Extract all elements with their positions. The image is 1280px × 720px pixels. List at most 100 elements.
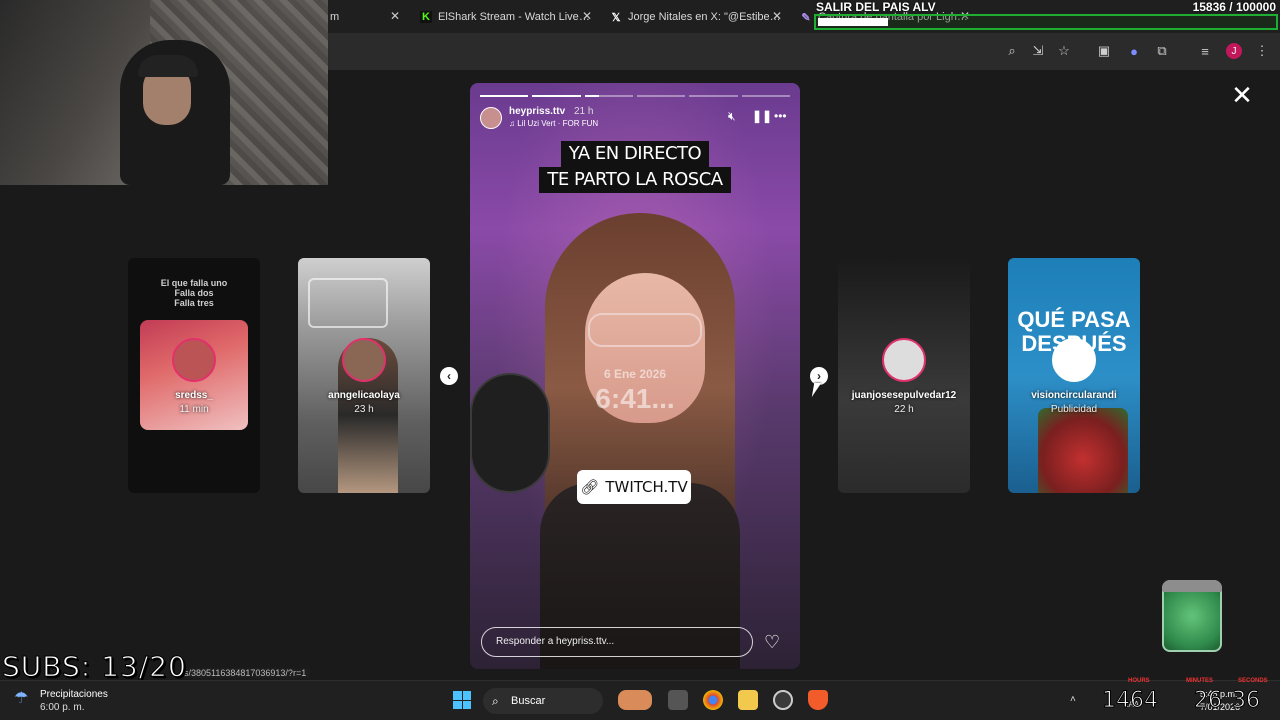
taskbar-search[interactable]: ⌕ Buscar bbox=[483, 688, 603, 714]
side-story-visioncircular[interactable]: QUÉ PASA DESPUÉS visioncircularandi Publ… bbox=[1008, 258, 1140, 493]
progress-segment bbox=[532, 95, 581, 97]
overlay-time: 6:41... bbox=[595, 383, 675, 414]
hours-value: 1464 bbox=[1102, 688, 1159, 714]
story-age: 22 h bbox=[894, 404, 914, 415]
goal-fill bbox=[818, 18, 889, 26]
stream-goal-bar: SALIR DEL PAIS ALV 15836 / 100000 bbox=[812, 0, 1280, 31]
pip-icon[interactable]: ▣ bbox=[1096, 43, 1112, 59]
story-age: 21 h bbox=[574, 106, 594, 117]
zoom-icon[interactable]: ⌕ bbox=[1004, 43, 1020, 59]
weather-subtitle[interactable]: 6:00 p. m. bbox=[40, 702, 84, 713]
chevron-up-icon[interactable]: ˄ bbox=[1070, 694, 1076, 705]
link-status-bar: s/3805116384817036913/?r=1 bbox=[180, 668, 311, 678]
subs-counter: SUBS: 13/20 bbox=[2, 650, 187, 684]
profile-avatar-icon[interactable]: J bbox=[1226, 43, 1242, 59]
pause-icon[interactable]: ❚❚ bbox=[752, 109, 772, 123]
link-icon: 🔗︎ bbox=[580, 478, 600, 496]
puzzle-icon[interactable]: ⧉ bbox=[1154, 43, 1170, 59]
rain-icon[interactable]: ☂ bbox=[14, 688, 28, 708]
caption-line: Falla dos bbox=[174, 288, 214, 298]
goal-count: 15836 / 100000 bbox=[1192, 0, 1276, 14]
story-progress-bar bbox=[480, 95, 790, 97]
brave-icon[interactable] bbox=[808, 690, 828, 710]
weather-title[interactable]: Precipitaciones bbox=[40, 689, 108, 700]
heart-icon[interactable]: ♡ bbox=[764, 632, 780, 653]
tip-jar-icon bbox=[1162, 580, 1222, 652]
story-header: heypriss.ttv 21 h ♫ Lil Uzi Vert · FOR F… bbox=[480, 105, 790, 131]
tab-label: Jorge Nitales en X: "@EstibenU bbox=[628, 11, 782, 23]
caption-line: YA EN DIRECTO bbox=[560, 141, 710, 167]
jar-lid bbox=[1162, 580, 1222, 592]
task-view-icon[interactable] bbox=[668, 690, 688, 710]
link-label: TWITCH.TV bbox=[605, 478, 688, 496]
search-icon: ⌕ bbox=[492, 694, 499, 708]
side-story-juanjose[interactable]: juanjosesepulvedar12 22 h bbox=[838, 258, 970, 493]
story-thumbnail bbox=[1038, 408, 1128, 493]
kebab-menu-icon[interactable]: ⋮ bbox=[1254, 43, 1270, 59]
more-options-icon[interactable]: ••• bbox=[774, 109, 787, 123]
goal-track bbox=[814, 14, 1278, 30]
stream-uptime-counter: HOURS MINUTES SECONDS 1464 26 36 bbox=[1098, 678, 1268, 720]
progress-segment bbox=[689, 95, 738, 97]
seconds-label: SECONDS bbox=[1238, 678, 1268, 684]
file-explorer-icon[interactable] bbox=[738, 690, 758, 710]
close-icon[interactable]: ✕ bbox=[1231, 82, 1253, 108]
install-icon[interactable]: ⇲ bbox=[1030, 43, 1046, 59]
tab-elshark[interactable]: K ElShark Stream - Watch Live on ✕ bbox=[420, 5, 592, 29]
feather-icon: ✎ bbox=[801, 11, 811, 24]
caption-line: TE PARTO LA ROSCA bbox=[539, 167, 731, 193]
previous-story-button[interactable]: ‹ bbox=[440, 367, 458, 385]
tab-current[interactable]: m ✕ bbox=[330, 5, 400, 29]
star-icon[interactable]: ☆ bbox=[1056, 43, 1072, 59]
media-icon[interactable]: ≡ bbox=[1197, 43, 1213, 59]
sponsored-label: Publicidad bbox=[1050, 404, 1098, 415]
avatar[interactable] bbox=[480, 107, 502, 129]
story-age: 23 h bbox=[354, 404, 374, 415]
seconds-value: 36 bbox=[1232, 688, 1261, 714]
story-caption: El que falla uno Falla dos Falla tres bbox=[128, 278, 260, 308]
side-story-sredss[interactable]: El que falla uno Falla dos Falla tres sr… bbox=[128, 258, 260, 493]
close-icon[interactable]: ✕ bbox=[390, 9, 400, 23]
progress-segment bbox=[584, 95, 633, 97]
story-username: anngelicaolaya bbox=[328, 390, 400, 401]
story-username: visioncircularandi bbox=[1031, 390, 1117, 401]
close-icon[interactable]: ✕ bbox=[772, 9, 782, 23]
widget-app-icon[interactable] bbox=[618, 690, 652, 710]
progress-segment-fill bbox=[584, 95, 600, 97]
ceiling-light bbox=[308, 278, 388, 328]
story-username: juanjosesepulvedar12 bbox=[851, 390, 957, 401]
reply-input[interactable]: Responder a heypriss.ttv... bbox=[481, 627, 753, 657]
windows-start-icon[interactable] bbox=[453, 691, 471, 709]
side-story-anngelicaolaya[interactable]: anngelicaolaya 23 h bbox=[298, 258, 430, 493]
mute-icon[interactable]: 🔇︎ bbox=[728, 109, 736, 124]
link-sticker[interactable]: 🔗︎ TWITCH.TV bbox=[577, 470, 691, 504]
overlay-date: 6 Ene 2026 bbox=[603, 367, 667, 381]
chrome-icon[interactable] bbox=[703, 690, 723, 710]
close-icon[interactable]: ✕ bbox=[582, 9, 592, 23]
tab-label: ElShark Stream - Watch Live on bbox=[438, 11, 592, 23]
story-photo-glasses bbox=[588, 313, 702, 347]
story-age: 11 min bbox=[179, 404, 209, 415]
hours-label: HOURS bbox=[1128, 678, 1150, 684]
caption-line: Falla tres bbox=[174, 298, 214, 308]
caption-line: El que falla uno bbox=[160, 278, 228, 288]
avatar bbox=[342, 338, 386, 382]
progress-segment bbox=[480, 95, 529, 97]
webcam-overlay bbox=[0, 0, 328, 185]
story-username: sredss_ bbox=[175, 390, 213, 401]
x-icon: 𝕏 bbox=[611, 11, 621, 24]
main-story[interactable]: heypriss.ttv 21 h ♫ Lil Uzi Vert · FOR F… bbox=[470, 83, 800, 669]
story-username[interactable]: heypriss.ttv bbox=[509, 106, 565, 117]
avatar bbox=[1052, 338, 1096, 382]
avatar bbox=[882, 338, 926, 382]
screen: m ✕ K ElShark Stream - Watch Live on ✕ 𝕏… bbox=[0, 0, 1280, 720]
kick-icon: K bbox=[420, 11, 432, 23]
extension-blob-icon[interactable]: ● bbox=[1126, 43, 1142, 59]
app-icon[interactable] bbox=[773, 690, 793, 710]
song-label[interactable]: ♫ Lil Uzi Vert · FOR FUN bbox=[509, 119, 598, 128]
search-label: Buscar bbox=[511, 695, 546, 707]
minutes-value: 26 bbox=[1194, 688, 1223, 714]
tab-x-post[interactable]: 𝕏 Jorge Nitales en X: "@EstibenU ✕ bbox=[610, 5, 782, 29]
avatar bbox=[172, 338, 216, 382]
music-icon: ♫ bbox=[509, 119, 518, 128]
